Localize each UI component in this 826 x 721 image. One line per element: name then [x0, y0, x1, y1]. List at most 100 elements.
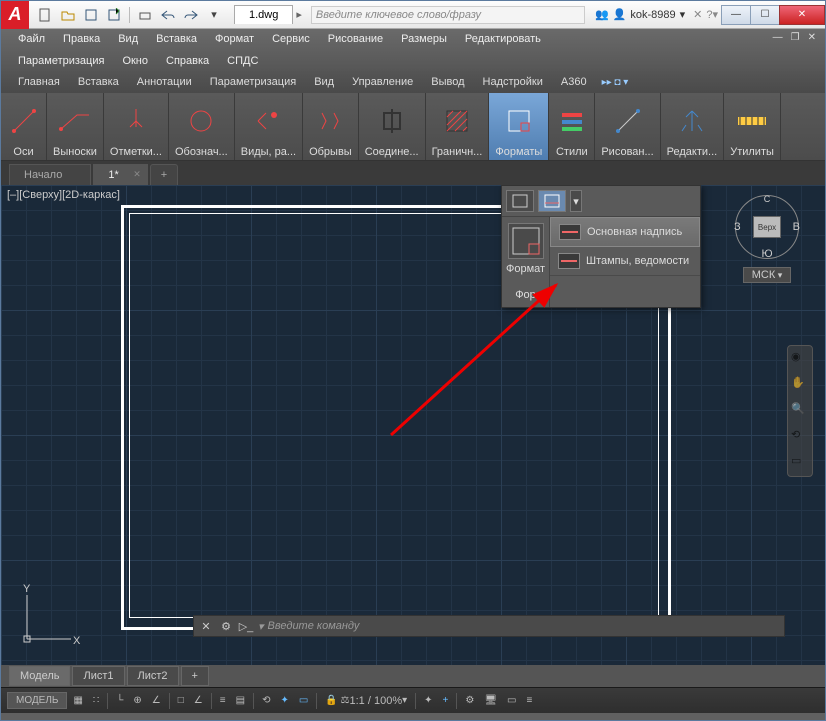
save-icon[interactable] — [81, 5, 101, 25]
help-icon[interactable]: ?▾ — [706, 8, 718, 21]
menu-insert[interactable]: Вставка — [147, 30, 206, 48]
dd-item-title-block[interactable]: Основная надпись — [550, 217, 700, 247]
menu-parametric[interactable]: Параметризация — [9, 52, 113, 70]
maximize-button[interactable]: ☐ — [750, 5, 780, 25]
undo-icon[interactable] — [158, 5, 178, 25]
saveas-icon[interactable] — [104, 5, 124, 25]
dd-more-icon[interactable]: ▾ — [570, 190, 582, 212]
status-ortho-icon[interactable]: └ — [112, 693, 127, 708]
nav-zoom-icon[interactable]: 🔍 — [791, 402, 809, 420]
status-lineweight-icon[interactable]: ≡ — [216, 693, 230, 708]
tab-extra-icon[interactable]: ▸▸ ◘ ▾ — [602, 77, 629, 88]
viewcube-face[interactable]: Верх — [753, 216, 781, 238]
panel-views[interactable]: Виды, ра... — [235, 93, 303, 160]
menu-spds[interactable]: СПДС — [218, 52, 267, 70]
status-dyn-icon[interactable]: ✦ — [276, 693, 292, 708]
tab-insert[interactable]: Вставка — [69, 73, 128, 91]
status-otrack-icon[interactable]: ∠ — [190, 693, 207, 708]
panel-hatch[interactable]: Граничн... — [426, 93, 490, 160]
menu-tools[interactable]: Сервис — [263, 30, 319, 48]
nav-wheel-icon[interactable]: ◉ — [791, 350, 809, 368]
tab-start[interactable]: Начало — [9, 164, 91, 185]
menu-help[interactable]: Справка — [157, 52, 218, 70]
drawing-canvas[interactable]: [–][Сверху][2D-каркас] ▾ Формат Фор Осно… — [1, 185, 825, 665]
viewcube[interactable]: С Ю З В Верх МСК ▾ — [727, 195, 807, 315]
status-monitor-icon[interactable]: 🖥 — [480, 693, 501, 708]
status-model-button[interactable]: МОДЕЛЬ — [7, 692, 67, 709]
status-customize-icon[interactable]: ≡ — [522, 693, 536, 708]
status-osnap-icon[interactable]: □ — [174, 693, 188, 708]
layout-sheet1[interactable]: Лист1 — [72, 666, 124, 686]
menu-window[interactable]: Окно — [113, 52, 157, 70]
menu-modify[interactable]: Редактировать — [456, 30, 550, 48]
nav-orbit-icon[interactable]: ⟲ — [791, 428, 809, 446]
command-line[interactable]: ✕ ⚙ ▷_ ▾ Введите команду — [193, 615, 785, 637]
panel-formats[interactable]: Форматы — [489, 93, 549, 160]
status-iso-icon[interactable]: ∠ — [148, 693, 165, 708]
panel-edit[interactable]: Редакти... — [661, 93, 725, 160]
tab-annotate[interactable]: Аннотации — [128, 73, 201, 91]
status-transparency-icon[interactable]: ▤ — [232, 693, 249, 708]
menu-dimensions[interactable]: Размеры — [392, 30, 456, 48]
panel-axes[interactable]: Оси — [1, 93, 47, 160]
user-area[interactable]: 👥 👤 kok-8989 ▾ — [591, 8, 689, 21]
status-snap-icon[interactable]: ∷ — [89, 693, 103, 708]
menu-draw[interactable]: Рисование — [319, 30, 392, 48]
status-workspace-icon[interactable]: ⚙ — [461, 693, 478, 708]
dd-format-panel[interactable]: Формат Фор — [502, 217, 550, 307]
doc-restore-button[interactable]: ❐ — [788, 31, 803, 44]
menu-file[interactable]: Файл — [9, 30, 54, 48]
ucs-icon[interactable]: Y X — [19, 587, 79, 647]
minimize-button[interactable]: — — [721, 5, 751, 25]
layout-sheet2[interactable]: Лист2 — [127, 666, 179, 686]
dd-item-stamps[interactable]: Штампы, ведомости — [550, 247, 700, 276]
search-arrow-icon[interactable]: ▸ — [293, 8, 305, 21]
cmd-input[interactable]: Введите команду — [268, 620, 360, 632]
panel-draw[interactable]: Рисован... — [595, 93, 660, 160]
panel-breaks[interactable]: Обрывы — [303, 93, 359, 160]
tab-home[interactable]: Главная — [9, 73, 69, 91]
nav-showmotion-icon[interactable]: ▭ — [791, 454, 809, 472]
panel-leaders[interactable]: Выноски — [47, 93, 104, 160]
open-icon[interactable] — [58, 5, 78, 25]
status-grid-icon[interactable]: ▦ — [69, 693, 86, 708]
print-icon[interactable] — [135, 5, 155, 25]
status-gear-icon[interactable]: ✦ — [420, 693, 436, 708]
status-plus-icon[interactable]: + — [439, 693, 453, 708]
viewport-label[interactable]: [–][Сверху][2D-каркас] — [7, 189, 120, 201]
panel-styles[interactable]: Стили — [549, 93, 595, 160]
panel-utilities[interactable]: Утилиты — [724, 93, 781, 160]
exchange-icon[interactable]: ✕ — [693, 8, 702, 21]
layout-add-button[interactable]: + — [181, 666, 209, 686]
dd-format-icon[interactable] — [506, 190, 534, 212]
tab-drawing[interactable]: 1*✕ — [93, 164, 147, 185]
cmd-close-icon[interactable]: ✕ — [198, 618, 214, 634]
menu-edit[interactable]: Правка — [54, 30, 109, 48]
status-scale[interactable]: 🔒 ⚖ 1:1 / 100% ▾ — [321, 693, 411, 709]
panel-connections[interactable]: Соедине... — [359, 93, 426, 160]
status-polar-icon[interactable]: ⊕ — [129, 693, 145, 708]
tab-manage[interactable]: Управление — [343, 73, 422, 91]
qat-more-icon[interactable]: ▾ — [204, 5, 224, 25]
status-qp-icon[interactable]: ▭ — [295, 693, 312, 708]
dd-stamp-icon[interactable] — [538, 190, 566, 212]
tab-close-icon[interactable]: ✕ — [133, 169, 141, 180]
cmd-config-icon[interactable]: ⚙ — [218, 618, 234, 634]
tab-addins[interactable]: Надстройки — [474, 73, 552, 91]
autocad-logo[interactable]: A — [1, 1, 29, 29]
coordinate-system-button[interactable]: МСК ▾ — [743, 267, 792, 283]
menu-view[interactable]: Вид — [109, 30, 147, 48]
redo-icon[interactable] — [181, 5, 201, 25]
doc-minimize-button[interactable]: — — [770, 31, 786, 44]
layout-model[interactable]: Модель — [9, 666, 70, 686]
tab-a360[interactable]: A360 — [552, 73, 596, 91]
panel-designations[interactable]: Обознач... — [169, 93, 235, 160]
search-input[interactable]: Введите ключевое слово/фразу — [311, 6, 585, 24]
close-button[interactable]: ✕ — [779, 5, 825, 25]
infocenter-icon[interactable]: 👥 — [595, 8, 609, 21]
menu-format[interactable]: Формат — [206, 30, 263, 48]
navigation-bar[interactable]: ◉ ✋ 🔍 ⟲ ▭ — [787, 345, 813, 477]
status-cycling-icon[interactable]: ⟲ — [258, 693, 274, 708]
panel-marks[interactable]: Отметки... — [104, 93, 169, 160]
status-clean-icon[interactable]: ▭ — [503, 693, 520, 708]
